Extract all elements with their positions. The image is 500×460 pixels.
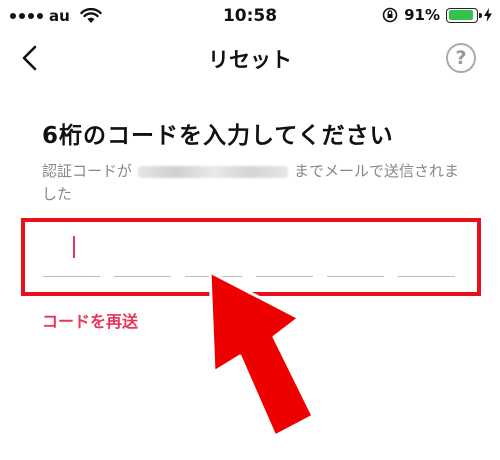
status-right: 91%: [382, 6, 492, 24]
battery-icon: [446, 7, 482, 23]
orientation-lock-icon: [382, 7, 398, 23]
code-digit-slot[interactable]: [43, 276, 100, 277]
pointer-arrow-icon: [208, 270, 315, 438]
resend-code-link[interactable]: コードを再送: [42, 308, 138, 332]
charging-bolt-icon: [484, 8, 492, 22]
page-title: リセット: [208, 48, 292, 72]
nav-bar: リセット ?: [0, 36, 500, 80]
code-digit-slot[interactable]: [398, 276, 455, 277]
masked-email: [138, 165, 289, 178]
status-bar: au 10:58 91%: [0, 0, 500, 34]
code-description: 認証コードが までメールで送信されました: [42, 160, 462, 206]
help-icon[interactable]: ?: [446, 43, 476, 73]
desc-text-before: 認証コードが: [42, 162, 133, 180]
code-heading: 6桁のコードを入力してください: [42, 123, 394, 149]
code-digit-slot[interactable]: [114, 276, 171, 277]
battery-percent: 91%: [404, 6, 440, 24]
battery-fill: [448, 10, 474, 20]
text-cursor: [73, 236, 75, 258]
code-digit-slot[interactable]: [327, 276, 384, 277]
